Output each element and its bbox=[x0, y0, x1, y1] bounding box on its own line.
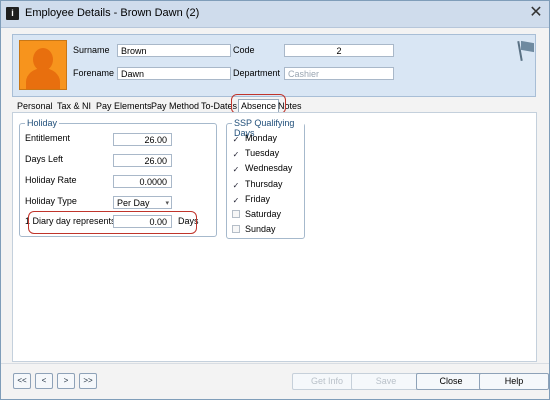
ssp-day-label: Tuesday bbox=[245, 148, 280, 158]
ssp-day-label: Saturday bbox=[245, 209, 282, 219]
days-left-label: Days Left bbox=[25, 154, 64, 164]
checkmark-icon: ✓ bbox=[232, 135, 240, 144]
ssp-tuesday-checkbox[interactable]: ✓ Tuesday bbox=[232, 148, 280, 159]
checkmark-icon: ✓ bbox=[232, 165, 240, 174]
first-record-button[interactable]: << bbox=[13, 373, 31, 389]
absence-tab-panel: Holiday Entitlement 26.00 Days Left 26.0… bbox=[12, 112, 537, 362]
holiday-group-title: Holiday bbox=[25, 118, 60, 128]
ssp-friday-checkbox[interactable]: ✓ Friday bbox=[232, 194, 270, 205]
department-input[interactable]: Cashier bbox=[284, 67, 394, 80]
department-label: Department bbox=[233, 68, 281, 78]
previous-record-button[interactable]: < bbox=[35, 373, 53, 389]
holiday-type-label: Holiday Type bbox=[25, 196, 77, 206]
days-left-input[interactable]: 26.00 bbox=[113, 154, 172, 167]
ssp-day-label: Wednesday bbox=[245, 163, 293, 173]
employee-header-panel: Surname Brown Forename 1 Dawn Code 2 Dep… bbox=[12, 34, 536, 97]
tab-personal[interactable]: Personal bbox=[17, 101, 53, 111]
checkbox-empty-icon bbox=[232, 210, 240, 218]
surname-input[interactable]: Brown bbox=[117, 44, 231, 57]
flag-icon[interactable] bbox=[517, 40, 535, 62]
checkmark-icon: ✓ bbox=[232, 196, 240, 205]
holiday-rate-input[interactable]: 0.0000 bbox=[113, 175, 172, 188]
tab-pay-elements[interactable]: Pay Elements bbox=[96, 101, 152, 111]
ssp-day-label: Sunday bbox=[245, 224, 276, 234]
forename-label: Forename 1 bbox=[73, 68, 122, 78]
footer-divider bbox=[1, 363, 549, 364]
entitlement-input[interactable]: 26.00 bbox=[113, 133, 172, 146]
checkbox-empty-icon bbox=[232, 225, 240, 233]
tab-pay-method[interactable]: Pay Method bbox=[151, 101, 199, 111]
person-silhouette-icon[interactable] bbox=[19, 40, 67, 90]
close-window-icon[interactable]: ✕ bbox=[527, 4, 545, 22]
forename-input[interactable]: Dawn bbox=[117, 67, 231, 80]
ssp-thursday-checkbox[interactable]: ✓ Thursday bbox=[232, 179, 283, 190]
tab-tax-ni[interactable]: Tax & NI bbox=[57, 101, 91, 111]
absence-tab-highlight bbox=[231, 94, 286, 114]
next-record-button[interactable]: > bbox=[57, 373, 75, 389]
checkmark-icon: ✓ bbox=[232, 150, 240, 159]
title-bar: i Employee Details - Brown Dawn (2) ✕ bbox=[1, 1, 549, 28]
holiday-rate-label: Holiday Rate bbox=[25, 175, 77, 185]
ssp-sunday-checkbox[interactable]: Sunday bbox=[232, 224, 276, 234]
ssp-day-label: Monday bbox=[245, 133, 278, 143]
ssp-saturday-checkbox[interactable]: Saturday bbox=[232, 209, 281, 219]
help-button[interactable]: Help bbox=[479, 373, 549, 390]
window-title: Employee Details - Brown Dawn (2) bbox=[25, 7, 200, 19]
ssp-wednesday-checkbox[interactable]: ✓ Wednesday bbox=[232, 163, 293, 174]
employee-details-window: i Employee Details - Brown Dawn (2) ✕ Su… bbox=[0, 0, 550, 400]
ssp-day-label: Friday bbox=[245, 194, 271, 204]
last-record-button[interactable]: >> bbox=[79, 373, 97, 389]
code-label: Code bbox=[233, 45, 255, 55]
entitlement-label: Entitlement bbox=[25, 133, 71, 143]
save-button[interactable]: Save bbox=[351, 373, 421, 390]
ssp-qualifying-days-group: SSP Qualifying Days ✓ Monday ✓ Tuesday ✓ We… bbox=[226, 118, 305, 239]
chevron-down-icon[interactable]: ▾ bbox=[165, 197, 169, 208]
surname-label: Surname bbox=[73, 45, 110, 55]
app-icon: i bbox=[6, 7, 19, 20]
ssp-monday-checkbox[interactable]: ✓ Monday bbox=[232, 133, 277, 144]
holiday-type-select[interactable]: Per Day ▾ bbox=[113, 196, 172, 209]
checkmark-icon: ✓ bbox=[232, 181, 240, 190]
close-button[interactable]: Close bbox=[416, 373, 486, 390]
holiday-type-value: Per Day bbox=[117, 198, 150, 208]
ssp-day-label: Thursday bbox=[245, 179, 283, 189]
diary-day-highlight bbox=[28, 211, 197, 234]
code-input[interactable]: 2 bbox=[284, 44, 394, 57]
